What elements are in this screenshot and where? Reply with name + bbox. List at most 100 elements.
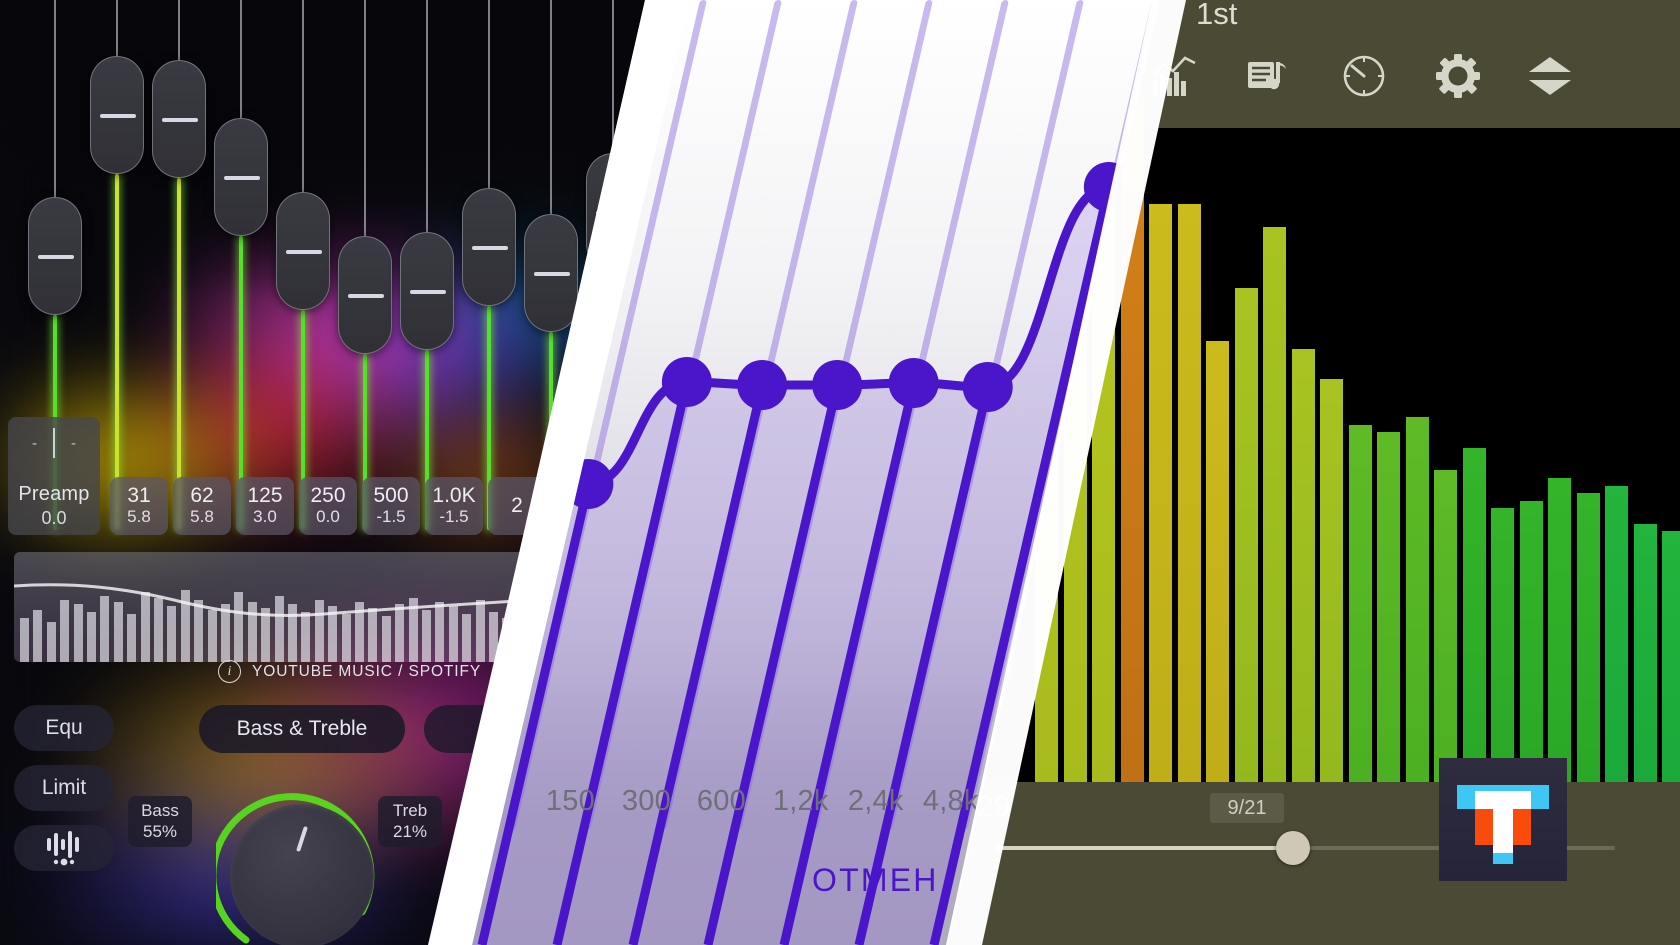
spectrum-bar-12 [1377, 432, 1400, 782]
player-bottombar [948, 782, 1680, 945]
preamp-label: Preamp [18, 483, 90, 505]
slider-thumb[interactable] [462, 188, 516, 306]
freq-tick-3: 600 [696, 785, 746, 817]
band-value: 3.0 [253, 507, 277, 526]
mini-bar [435, 602, 445, 662]
mini-bar [221, 604, 230, 662]
spectrum-bar-14 [1434, 470, 1457, 782]
mini-bar [462, 614, 472, 662]
band-frequency: 2 [511, 494, 523, 517]
band-value: 5.8 [190, 507, 214, 526]
toms-guide-logo [1439, 758, 1567, 881]
spectrum-bar-17 [1519, 500, 1543, 782]
equ-label: Equ [45, 716, 83, 739]
seek-thumb[interactable] [1275, 831, 1310, 865]
spectrum-bar-19 [1576, 493, 1600, 782]
slider-thumb[interactable] [28, 196, 82, 315]
limit-button[interactable]: Limit [14, 765, 114, 811]
mini-bar [140, 592, 150, 662]
eq-band-4[interactable]: 500 -1.5 [362, 477, 420, 535]
mini-bar [100, 596, 110, 662]
treble-value: 21% [392, 822, 428, 841]
screenshot-root: -- Preamp 0.0 31 5.8 62 5.8 125 3.0 250 0.0 500-… [0, 0, 1680, 945]
spectrum-bar-9 [1291, 348, 1315, 782]
freq-tick-6: 4,8k [922, 785, 979, 817]
mini-bar [207, 610, 217, 662]
equ-button[interactable]: Equ [14, 705, 114, 751]
slider-thumb[interactable] [524, 214, 578, 333]
spectrum-bar-10 [1320, 379, 1343, 782]
mini-bar [113, 602, 123, 662]
left-button-column: Equ Limit [14, 705, 114, 871]
mini-bar [301, 612, 311, 662]
spectrum-bar-3 [1120, 98, 1144, 782]
band-frequency: 62 [190, 484, 214, 507]
band-frequency: 31 [127, 484, 151, 507]
spectrum-bar-22 [1662, 531, 1680, 782]
freq-tick-1: 150 [545, 785, 595, 817]
logo-orange-left [1475, 809, 1493, 845]
spectrum-bar-20 [1605, 485, 1628, 782]
mini-bar [341, 614, 351, 662]
mini-bar [475, 600, 485, 662]
preamp-value: 0.0 [41, 508, 67, 528]
band-value: -1.5 [376, 507, 406, 526]
info-icon: i [218, 660, 241, 683]
mini-bar [368, 608, 378, 662]
slider-thumb[interactable] [90, 56, 144, 174]
logo-cyan-bottom [1493, 853, 1513, 864]
eq-band-row[interactable]: 31 5.8 62 5.8 125 3.0 250 0.0 500 -1.5 1.0K -1.5 2 [110, 477, 546, 535]
mini-bar [234, 592, 244, 662]
mini-bar [194, 600, 204, 662]
slider-thumb[interactable] [400, 232, 454, 350]
band-value: 0.0 [316, 507, 340, 526]
track-counter: 9/21 [1210, 793, 1284, 823]
preamp-control[interactable]: -- Preamp 0.0 [8, 417, 100, 535]
audio-source-note: i YOUTUBE MUSIC / SPOTIFY [218, 660, 481, 683]
band-value: -1.5 [439, 507, 469, 526]
eq-band-5[interactable]: 1.0K -1.5 [425, 477, 483, 535]
spectrum-bar-21 [1633, 523, 1657, 782]
cancel-button[interactable]: ОТМЕН [812, 862, 939, 899]
mini-bar [180, 590, 190, 662]
preamp-marker: -- [8, 425, 100, 461]
limit-label: Limit [41, 776, 87, 799]
band-value: 5.8 [127, 507, 151, 526]
spectrum-bar-4 [1149, 204, 1172, 782]
mini-bar [33, 610, 43, 662]
mini-bar [448, 606, 458, 662]
mini-bar [20, 618, 29, 662]
eq-band-1[interactable]: 62 5.8 [173, 477, 231, 535]
eq-band-2[interactable]: 125 3.0 [236, 477, 294, 535]
mini-bar [328, 606, 338, 662]
spectrum-bar-18 [1548, 478, 1571, 782]
slider-thumb[interactable] [338, 236, 392, 355]
freq-tick-2: 300 [621, 785, 671, 817]
band-frequency: 250 [310, 484, 346, 507]
mini-bar [154, 598, 163, 662]
mini-bar [395, 604, 405, 662]
spectrum-bar-13 [1405, 417, 1429, 782]
spectrum-bar-6 [1206, 341, 1229, 782]
mini-bar [288, 604, 297, 662]
band-frequency: 1.0K [432, 484, 476, 507]
spectrum-bar-16 [1491, 508, 1514, 782]
freq-tick-5: 2,4k [847, 785, 904, 817]
mini-bar [422, 610, 431, 662]
spectrum-bar-8 [1263, 227, 1286, 782]
mini-bar [87, 612, 96, 662]
spectrum-bar-5 [1177, 204, 1201, 782]
mini-bar [408, 598, 418, 662]
slider-thumb[interactable] [276, 192, 330, 311]
eq-band-3[interactable]: 250 0.0 [299, 477, 357, 535]
visualizer-button[interactable] [14, 825, 114, 871]
mini-bar [261, 608, 271, 662]
eq-band-0[interactable]: 31 5.8 [110, 477, 168, 535]
waveform-icon [47, 831, 79, 866]
bass-knob[interactable] [216, 790, 388, 945]
logo-orange-right [1513, 809, 1531, 845]
bass-treble-button[interactable]: Bass & Treble [199, 705, 405, 753]
source-label: YOUTUBE MUSIC / SPOTIFY [252, 662, 482, 680]
slider-thumb[interactable] [214, 117, 268, 236]
slider-thumb[interactable] [152, 60, 206, 179]
